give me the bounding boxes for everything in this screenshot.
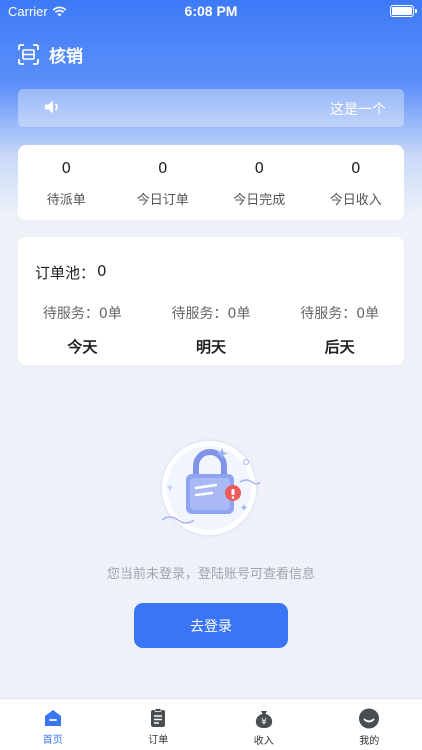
header-scan-action[interactable]: 核销	[18, 42, 83, 67]
stat-today-orders[interactable]: 0 今日订单	[115, 145, 212, 220]
stat-value: 0	[61, 159, 72, 177]
tab-home[interactable]: 首页	[0, 699, 106, 750]
tab-label: 首页	[42, 735, 63, 746]
stat-label: 待派单	[46, 193, 86, 208]
stat-value: 0	[254, 159, 265, 177]
pool-day-name: 后天	[324, 338, 355, 356]
pool-day-name: 今天	[67, 338, 98, 356]
tab-income[interactable]: ¥ 收入	[211, 699, 317, 750]
stat-value: 0	[157, 159, 168, 177]
home-icon	[44, 710, 61, 726]
order-pool-count: 0	[97, 262, 107, 280]
order-pool-label: 订单池：	[35, 264, 96, 282]
money-bag-icon: ¥	[255, 711, 272, 728]
svg-text:¥: ¥	[261, 718, 267, 728]
stat-label: 今日收入	[329, 193, 382, 208]
scan-icon[interactable]	[18, 44, 39, 65]
tab-label: 收入	[253, 736, 274, 747]
order-pool-card[interactable]: 订单池： 0 待服务：0单 今天 待服务：0单 明天 待服务：0单 后天	[18, 237, 404, 365]
pool-day-status: 待服务：0单	[300, 306, 380, 322]
stat-today-income[interactable]: 0 今日收入	[308, 145, 405, 220]
pool-day-status: 待服务：0单	[171, 306, 251, 322]
tab-bar: 首页 订单 ¥ 收入 我的	[0, 698, 422, 750]
battery-icon	[390, 5, 417, 17]
stat-label: 今日订单	[136, 193, 189, 208]
profile-icon	[359, 708, 380, 729]
pool-day-name: 明天	[196, 338, 227, 356]
stat-label: 今日完成	[233, 193, 286, 208]
notice-text: 这是一个	[330, 102, 386, 118]
pool-day-tomorrow[interactable]: 待服务：0单 明天	[147, 303, 276, 357]
page-title: 核销	[49, 47, 83, 67]
speaker-icon	[45, 100, 58, 114]
login-button[interactable]: 去登录	[134, 603, 288, 648]
status-bar: Carrier 6:08 PM	[0, 0, 422, 24]
notice-bar[interactable]: 这是一个	[18, 89, 404, 127]
pool-day-today[interactable]: 待服务：0单 今天	[18, 303, 147, 357]
pool-day-after-tomorrow[interactable]: 待服务：0单 后天	[275, 303, 404, 357]
tab-profile[interactable]: 我的	[317, 699, 422, 750]
tab-label: 我的	[359, 736, 380, 747]
stat-value: 0	[350, 159, 361, 177]
pool-day-status: 待服务：0单	[42, 306, 122, 322]
tab-orders[interactable]: 订单	[106, 699, 212, 750]
order-pool-title: 订单池： 0	[35, 262, 107, 283]
login-prompt-text: 您当前未登录，登陆账号可查看信息	[106, 567, 315, 582]
tab-label: 订单	[148, 735, 169, 746]
stats-card: 0 待派单 0 今日订单 0 今日完成 0 今日收入	[18, 145, 404, 220]
status-time: 6:08 PM	[184, 3, 238, 19]
clipboard-icon	[151, 708, 166, 727]
stat-pending-dispatch[interactable]: 0 待派单	[18, 145, 115, 220]
lock-illustration	[160, 439, 261, 537]
stat-today-completed[interactable]: 0 今日完成	[211, 145, 308, 220]
